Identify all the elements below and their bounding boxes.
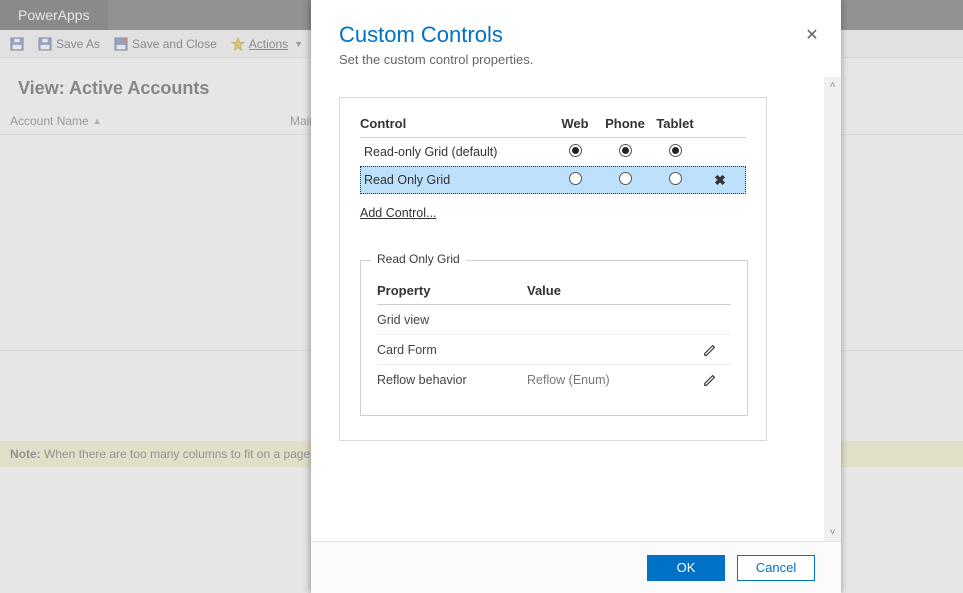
property-row-reflow: Reflow behavior Reflow (Enum) [377, 365, 731, 395]
radio-phone[interactable] [619, 172, 632, 185]
radio-tablet[interactable] [669, 144, 682, 157]
scroll-down-button[interactable]: ˅ [824, 524, 841, 541]
cancel-button[interactable]: Cancel [737, 555, 815, 581]
property-row-gridview: Grid view [377, 305, 731, 335]
property-value: Reflow (Enum) [527, 373, 703, 387]
dialog-body: Control Web Phone Tablet Read-only Grid … [311, 77, 841, 541]
radio-web[interactable] [569, 172, 582, 185]
pencil-icon [703, 373, 717, 387]
control-table-header: Control Web Phone Tablet [360, 116, 746, 138]
custom-controls-dialog: Custom Controls Set the custom control p… [311, 0, 841, 593]
remove-x-icon: ✖ [714, 172, 726, 188]
ok-button[interactable]: OK [647, 555, 725, 581]
col-control: Control [360, 116, 550, 131]
control-row-default[interactable]: Read-only Grid (default) [360, 138, 746, 166]
chevron-down-icon: ˅ [830, 527, 836, 538]
col-property: Property [377, 283, 527, 298]
radio-tablet[interactable] [669, 172, 682, 185]
radio-web[interactable] [569, 144, 582, 157]
control-row-name: Read Only Grid [360, 173, 550, 187]
dialog-scrollbar[interactable]: ˄ ˅ [824, 77, 841, 541]
property-name: Reflow behavior [377, 373, 527, 387]
property-table-header: Property Value [377, 275, 731, 305]
property-name: Grid view [377, 313, 527, 327]
control-row-readonlygrid[interactable]: Read Only Grid ✖ [360, 166, 746, 194]
radio-phone[interactable] [619, 144, 632, 157]
col-web: Web [550, 116, 600, 131]
close-icon: ✕ [805, 25, 818, 45]
dialog-close-button[interactable]: ✕ [803, 26, 821, 44]
dialog-header: Custom Controls Set the custom control p… [311, 0, 841, 77]
scroll-up-button[interactable]: ˄ [824, 77, 841, 94]
pencil-icon [703, 343, 717, 357]
edit-property-button[interactable] [703, 373, 731, 387]
dialog-title: Custom Controls [339, 22, 813, 48]
chevron-up-icon: ˄ [830, 80, 836, 91]
property-fieldset: Read Only Grid Property Value Grid view … [360, 260, 748, 416]
property-name: Card Form [377, 343, 527, 357]
edit-property-button[interactable] [703, 343, 731, 357]
property-legend: Read Only Grid [371, 252, 466, 266]
col-value: Value [527, 283, 703, 298]
property-row-cardform: Card Form [377, 335, 731, 365]
dialog-footer: OK Cancel [311, 541, 841, 593]
dialog-subtitle: Set the custom control properties. [339, 52, 813, 67]
add-control-link[interactable]: Add Control... [360, 206, 436, 220]
col-phone: Phone [600, 116, 650, 131]
remove-control-button[interactable]: ✖ [700, 172, 740, 189]
dialog-content-frame: Control Web Phone Tablet Read-only Grid … [339, 97, 767, 441]
col-tablet: Tablet [650, 116, 700, 131]
control-row-name: Read-only Grid (default) [360, 145, 550, 159]
